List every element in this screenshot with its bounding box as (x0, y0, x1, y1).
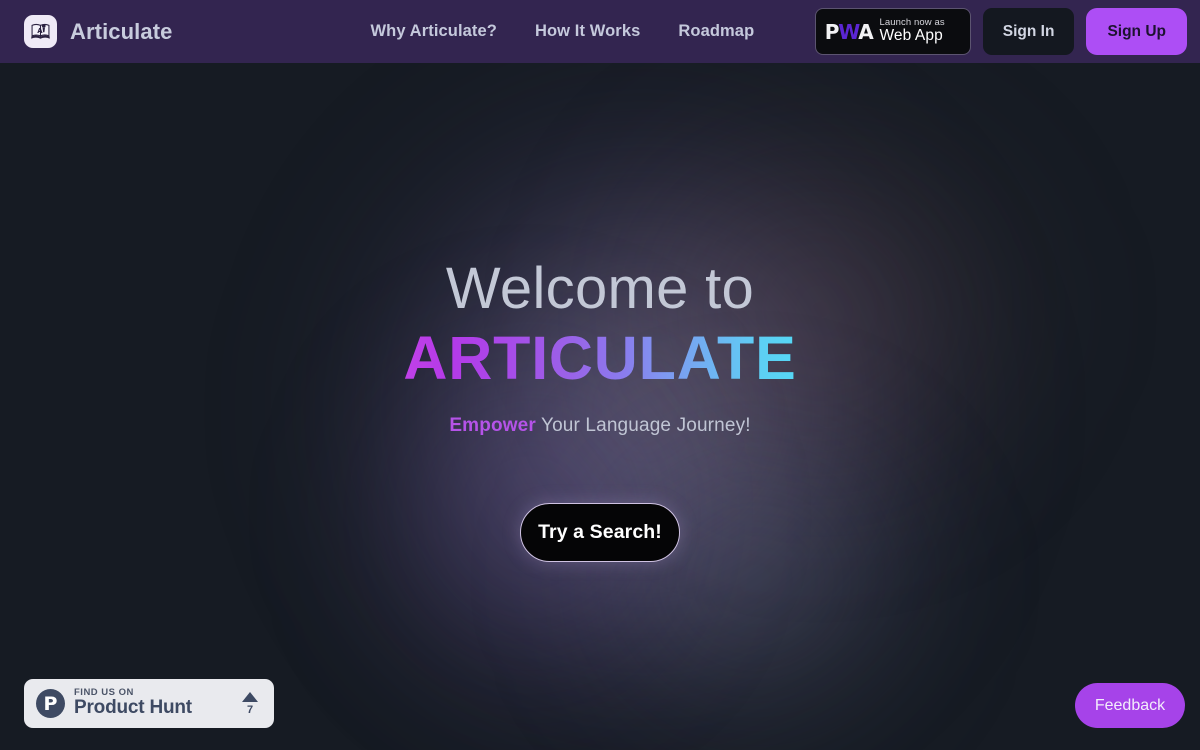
product-hunt-text: FIND US ON Product Hunt (74, 687, 233, 719)
main-nav: Why Articulate? How It Works Roadmap (370, 22, 754, 41)
try-a-search-button[interactable]: Try a Search! (520, 502, 680, 562)
sign-up-button[interactable]: Sign Up (1086, 8, 1187, 55)
pwa-logo-letter-p: P (824, 19, 840, 44)
product-hunt-upvote[interactable]: 7 (242, 691, 258, 716)
pwa-logo-letter-w: W (838, 19, 859, 44)
header-actions: PWA Launch now as Web App Sign In Sign U… (814, 8, 1187, 55)
hero-section: Welcome to ARTICULATE Empower Your Langu… (0, 63, 1200, 750)
product-hunt-badge[interactable]: P FIND US ON Product Hunt 7 (24, 679, 274, 728)
hero-cta-wrapper: Try a Search! (520, 502, 680, 562)
pwa-logo-letter-a: A (858, 19, 874, 44)
pwa-badge-text: Launch now as Web App (879, 18, 944, 44)
pwa-badge-title: Web App (879, 27, 943, 45)
hero-subtitle-accent: Empower (449, 414, 536, 436)
product-hunt-logo-icon: P (36, 689, 65, 718)
brand-logo-link[interactable]: A Articulate (24, 15, 172, 48)
pwa-logo-icon: PWA (824, 19, 874, 44)
pwa-install-badge[interactable]: PWA Launch now as Web App (814, 8, 971, 55)
upvote-triangle-icon (242, 691, 258, 702)
product-hunt-name: Product Hunt (74, 697, 192, 719)
svg-text:A: A (37, 27, 43, 35)
feedback-button[interactable]: Feedback (1075, 683, 1185, 728)
book-logo-icon: A (24, 15, 57, 48)
nav-link-how-it-works[interactable]: How It Works (535, 22, 640, 41)
sign-in-button[interactable]: Sign In (982, 8, 1075, 55)
brand-name: Articulate (70, 18, 173, 44)
nav-link-roadmap[interactable]: Roadmap (678, 22, 754, 41)
nav-link-why-articulate[interactable]: Why Articulate? (370, 22, 496, 41)
hero-subtitle: Empower Your Language Journey! (449, 415, 750, 437)
top-navigation-bar: A Articulate Why Articulate? How It Work… (0, 0, 1200, 63)
hero-headline-line2: ARTICULATE (403, 323, 797, 392)
product-hunt-upvote-count: 7 (246, 703, 254, 716)
hero-headline-line1: Welcome to (445, 256, 755, 321)
hero-subtitle-rest: Your Language Journey! (535, 414, 751, 436)
